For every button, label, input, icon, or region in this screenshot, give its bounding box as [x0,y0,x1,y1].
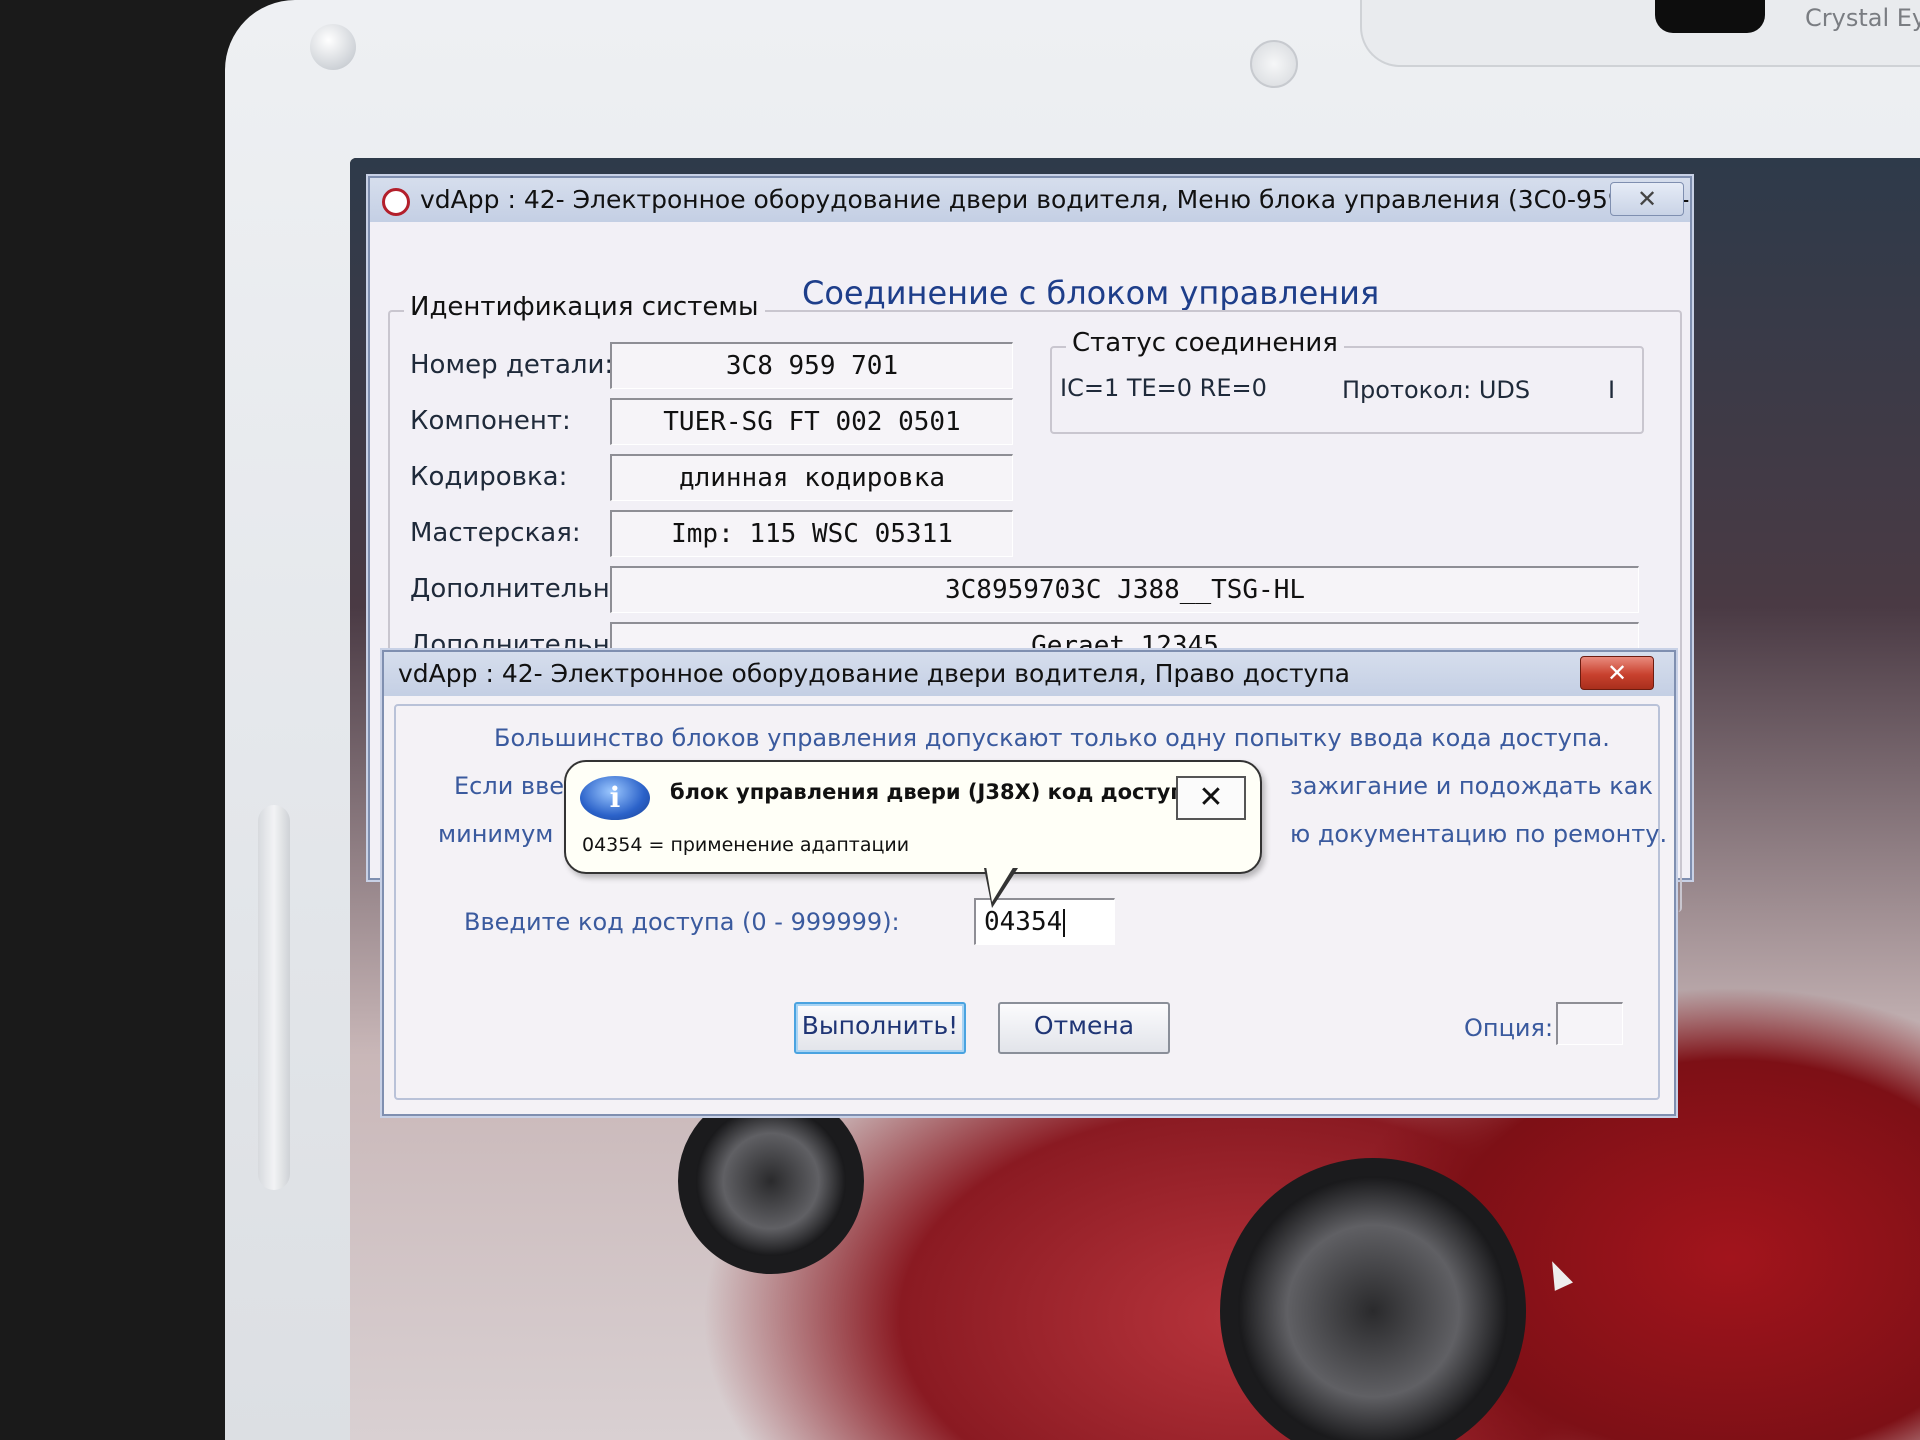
part-number-label: Номер детали: [410,350,614,380]
connection-header: Соединение с блоком управления [802,274,1380,312]
main-window-titlebar[interactable]: vdApp : 42- Электронное оборудование две… [370,178,1690,222]
tooltip-title: блок управления двери (J38X) код доступа [670,780,1199,804]
access-dialog-titlebar[interactable]: vdApp : 42- Электронное оборудование две… [384,652,1674,696]
connection-status-text: IC=1 TE=0 RE=0 [1060,374,1267,402]
access-dialog-close-button[interactable]: ✕ [1580,656,1654,690]
main-window-title: vdApp : 42- Электронное оборудование две… [420,185,1690,214]
identification-group-title: Идентификация системы [404,292,765,322]
tooltip-close-button[interactable]: ✕ [1176,776,1246,820]
access-code-label: Введите код доступа (0 - 999999): [464,908,900,936]
info-icon: i [580,776,650,820]
part-number-field: 3C8 959 701 [610,342,1013,389]
main-window-close-button[interactable]: ✕ [1610,182,1684,216]
extra-field: 3C8959703C J388__TSG-HL [610,566,1639,613]
component-label: Компонент: [410,406,571,436]
access-dialog[interactable]: vdApp : 42- Электронное оборудование две… [382,650,1676,1116]
cancel-button[interactable]: Отмена [998,1002,1170,1054]
coding-field: длинная кодировка [610,454,1013,501]
webcam [1655,0,1765,33]
text-caret [1063,908,1066,937]
bezel-brand-label: Crystal Ey [1805,4,1920,32]
connection-status-title: Статус соединения [1066,328,1344,358]
screen: vdApp : 42- Электронное оборудование две… [350,158,1920,1440]
extra-label: Дополнительно: [410,574,635,604]
component-field: TUER-SG FT 002 0501 [610,398,1013,445]
access-message-line1: Большинство блоков управления допускают … [494,724,1610,752]
app-icon [382,188,410,216]
option-field[interactable] [1556,1002,1623,1045]
access-code-value: 04354 [984,907,1063,937]
access-dialog-title: vdApp : 42- Электронное оборудование две… [398,659,1350,688]
access-message-line2-end: зажигание и подождать как [1290,772,1653,800]
info-tooltip: i блок управления двери (J38X) код досту… [564,760,1262,908]
tooltip-tail-fill [986,866,1014,902]
workshop-field: Imp: 115 WSC 05311 [610,510,1013,557]
access-message-line3-end: ю документацию по ремонту. [1290,820,1668,848]
execute-button[interactable]: Выполнить! [794,1002,966,1054]
connection-status-group: Статус соединения IC=1 TE=0 RE=0 Протоко… [1050,328,1644,434]
coding-label: Кодировка: [410,462,568,492]
access-message-line3-start: минимум [438,820,554,848]
option-label: Опция: [1464,1014,1554,1042]
bezel-screw [310,24,356,70]
access-message-line2-start: Если вве [454,772,564,800]
tooltip-body: 04354 = применение адаптации [582,834,910,856]
connection-indicator: I [1608,376,1616,404]
workshop-label: Мастерская: [410,518,581,548]
bezel-sensor [1250,40,1298,88]
protocol-text: Протокол: UDS [1342,376,1531,404]
bezel-slot [258,805,290,1190]
